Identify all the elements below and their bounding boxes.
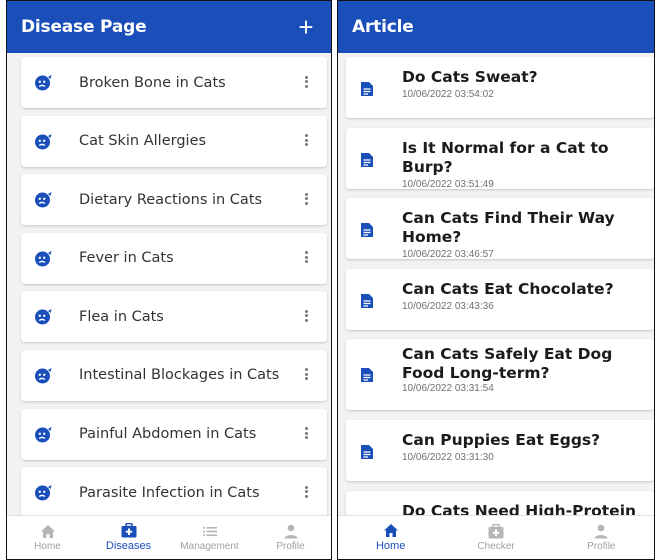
article-icon [360,293,374,309]
article-title: Can Cats Find Their Way Home? [402,209,615,247]
disease-label: Broken Bone in Cats [79,74,226,91]
article-date: 10/06/2022 03:43:36 [402,300,494,312]
nav-label: Profile [587,540,616,552]
nav-management[interactable]: Management [169,516,250,559]
article-text: Can Cats Safely Eat Dog Food Long-term? 1… [402,345,648,394]
nav-label: Management [180,540,239,552]
sick-face-icon [34,484,53,501]
nav-home[interactable]: Home [338,516,443,559]
nav-label: Home [375,540,406,552]
more-vert-icon[interactable] [303,308,309,326]
disease-list-item[interactable]: Painful Abdomen in Cats [21,408,327,460]
disease-list-item[interactable]: Dietary Reactions in Cats [21,174,327,226]
article-text: Is It Normal for a Cat to Burp? 10/06/202… [402,139,648,190]
list-icon [202,526,217,536]
more-vert-icon[interactable] [303,250,309,268]
nav-checker[interactable]: Checker [443,516,548,559]
article-date: 10/06/2022 03:46:57 [402,249,494,261]
disease-list-item[interactable]: Intestinal Blockages in Cats [21,349,327,401]
article-title: Do Cats Sweat? [402,68,538,86]
article-date: 10/06/2022 03:31:30 [402,451,494,463]
disease-label: Cat Skin Allergies [79,133,207,150]
nav-label: Checker [477,540,515,552]
disease-label: Flea in Cats [79,308,164,325]
nav-label: Home [34,540,61,552]
disease-label: Fever in Cats [79,250,174,267]
more-vert-icon[interactable] [303,191,309,209]
more-vert-icon[interactable] [303,74,309,92]
article-title: Is It Normal for a Cat to Burp? [402,138,609,176]
sick-face-icon [34,367,53,384]
disease-list-item[interactable]: Flea in Cats [21,291,327,343]
article-screen: Article Do Cats Sweat? 10/06/2022 03:54:0… [337,0,655,560]
person-icon [284,524,297,538]
page-title: Article [352,17,414,37]
article-title: Can Puppies Eat Eggs? [402,430,601,449]
disease-label: Painful Abdomen in Cats [79,426,257,443]
medical-bag-icon [488,523,504,538]
article-list-item[interactable]: Can Puppies Eat Eggs? 10/06/2022 03:31:30 [346,419,654,481]
disease-screen: Disease Page + Broken Bone in Cats Cat Sk… [6,0,332,560]
person-icon [594,524,608,538]
disease-label: Intestinal Blockages in Cats [79,367,280,384]
sick-face-icon [34,308,53,325]
disease-label: Dietary Reactions in Cats [79,191,263,208]
more-vert-icon[interactable] [303,426,309,444]
article-text: Can Puppies Eat Eggs? 10/06/2022 03:31:30 [402,431,648,463]
article-title: Can Cats Eat Chocolate? [402,279,614,298]
article-icon [360,222,374,238]
article-title: Can Cats Safely Eat Dog Food Long-term? [402,345,613,383]
home-icon [40,524,55,538]
nav-label: Diseases [105,540,152,552]
article-list-item[interactable]: Can Cats Safely Eat Dog Food Long-term? 1… [346,339,654,411]
article-list-item[interactable]: Can Cats Find Their Way Home? 10/06/2022 … [346,198,654,260]
article-text: Can Cats Eat Chocolate? 10/06/2022 03:43:… [402,280,648,312]
disease-list-item[interactable]: Broken Bone in Cats [21,57,327,108]
sick-face-icon [34,426,53,443]
article-text: Do Cats Sweat? 10/06/2022 03:54:02 [402,68,648,100]
more-vert-icon[interactable] [303,367,309,385]
nav-label: Profile [276,540,305,552]
add-button[interactable]: + [295,14,317,40]
disease-list-item[interactable]: Parasite Infection in Cats [21,467,327,519]
disease-app-bar: Disease Page + [7,1,331,53]
disease-list-item[interactable]: Fever in Cats [21,232,327,284]
disease-list: Broken Bone in Cats Cat Skin Allergies Die… [21,57,327,526]
sick-face-icon [34,74,53,91]
medical-bag-icon [121,523,136,538]
article-list: Do Cats Sweat? 10/06/2022 03:54:02 Is It N… [346,57,654,540]
more-vert-icon[interactable] [303,484,309,502]
sick-face-icon [34,250,53,267]
nav-diseases[interactable]: Diseases [88,516,169,559]
home-icon [383,524,398,537]
nav-home[interactable]: Home [7,516,88,559]
disease-label: Parasite Infection in Cats [79,484,260,501]
article-icon [360,152,374,168]
article-list-item[interactable]: Can Cats Eat Chocolate? 10/06/2022 03:43:… [346,268,654,330]
article-list-item[interactable]: Is It Normal for a Cat to Burp? 10/06/202… [346,127,654,190]
article-date: 10/06/2022 03:31:54 [402,383,494,395]
nav-profile[interactable]: Profile [549,516,654,559]
article-app-bar: Article [338,1,654,53]
article-icon [360,367,374,383]
article-icon [360,81,374,97]
nav-profile[interactable]: Profile [250,516,331,559]
article-list-item[interactable]: Do Cats Sweat? 10/06/2022 03:54:02 [346,57,654,118]
disease-list-item[interactable]: Cat Skin Allergies [21,115,327,167]
sick-face-icon [34,133,53,150]
article-date: 10/06/2022 03:51:49 [402,178,494,190]
article-icon [360,444,374,460]
bottom-nav: Home Checker Profile [338,515,654,559]
article-text: Can Cats Find Their Way Home? 10/06/2022 … [402,209,648,260]
article-date: 10/06/2022 03:54:02 [402,89,494,100]
page-title: Disease Page [21,17,147,37]
sick-face-icon [34,191,53,208]
more-vert-icon[interactable] [303,133,309,151]
bottom-nav: Home Diseases Management Profile [7,515,331,559]
